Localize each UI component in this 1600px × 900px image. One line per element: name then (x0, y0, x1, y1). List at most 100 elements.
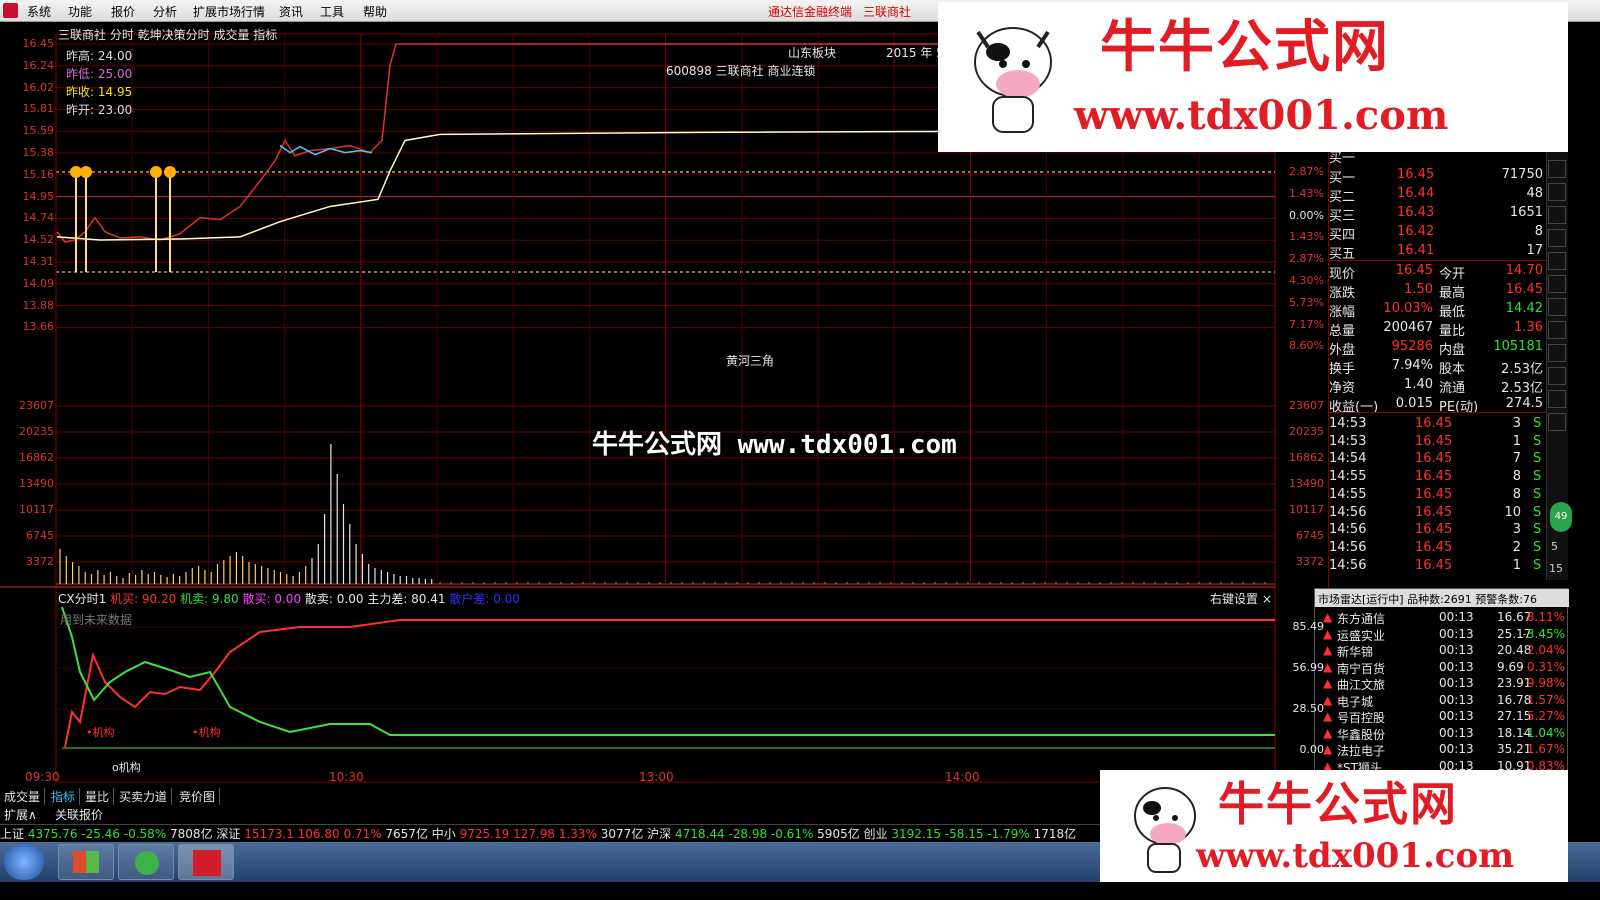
bottom-tab-extended[interactable]: 关联报价 (55, 806, 103, 823)
bid-price: 16.41 (1397, 243, 1435, 258)
menu-news[interactable]: 资讯 (279, 3, 303, 20)
tick-price: 16.45 (1415, 469, 1453, 485)
status-value: 9725.19 (459, 827, 514, 841)
bottom-tab[interactable]: 买卖力道 (119, 788, 173, 805)
brand-banner-top: 牛牛公式网 www.tdx001.com (938, 2, 1568, 152)
tool-icon[interactable] (1548, 298, 1566, 316)
status-value: 深证 (216, 827, 245, 841)
brand-url-top: www.tdx001.com (1074, 92, 1449, 139)
bid-label: 买一 (1329, 171, 1356, 186)
bid-volume: 48 (1526, 186, 1543, 201)
price-tick: 14.09 (22, 276, 55, 290)
menu-tools[interactable]: 工具 (320, 3, 344, 20)
tool-icon[interactable] (1548, 183, 1566, 201)
price-tick: 15.16 (22, 167, 55, 181)
radar-row[interactable]: ▲ 法拉电子 00:13 35.21 1.67% (1315, 741, 1569, 758)
radar-row[interactable]: ▲ 电子城 00:13 16.78 1.57% (1315, 692, 1569, 709)
indicator-tick: 28.50 (1292, 702, 1325, 715)
tool-icon[interactable] (1548, 252, 1566, 270)
bottom-tab[interactable]: 竞价图 (179, 788, 221, 805)
radar-time: 00:13 (1439, 709, 1474, 723)
stat-label: 换手 (1329, 362, 1356, 377)
stat-label: 总量 (1329, 324, 1356, 339)
taskbar-app-2[interactable] (118, 844, 174, 880)
institution-marker-2: •机构 (192, 726, 221, 739)
stat-label: 现价 (1329, 267, 1356, 282)
status-value: 15173.1 (244, 827, 298, 841)
volume-tick-right: 10117 (1289, 503, 1324, 516)
taskbar-app-tdx[interactable] (178, 844, 234, 880)
tool-icon[interactable] (1548, 275, 1566, 293)
tool-icon[interactable] (1548, 390, 1566, 408)
radar-stock-name: 号百控股 (1337, 711, 1386, 725)
indicator-value: 散户差: 0.00 (449, 592, 520, 606)
indicator-value: 散卖: 0.00 (304, 592, 368, 606)
tick-price: 16.45 (1415, 539, 1453, 555)
tool-icon[interactable] (1548, 367, 1566, 385)
percent-tick: 0.00% (1289, 208, 1324, 222)
percent-tick: 2.87% (1289, 252, 1324, 266)
bid-price: 16.43 (1397, 205, 1435, 220)
side-badge[interactable]: 49 (1550, 502, 1572, 532)
bid-volume: 1651 (1509, 205, 1543, 220)
start-button-icon[interactable] (4, 844, 44, 880)
tool-icon[interactable] (1548, 321, 1566, 339)
radar-price: 9.69 (1497, 659, 1524, 674)
bottom-tab[interactable]: 量比 (85, 788, 115, 805)
radar-row[interactable]: ▲ 华鑫股份 00:13 18.14 -1.04% (1315, 725, 1569, 742)
right-settings-button[interactable]: 右键设置 × (1210, 590, 1272, 607)
menu-system[interactable]: 系统 (27, 3, 51, 20)
status-value: 7808亿 (170, 827, 217, 841)
tool-icon[interactable] (1548, 229, 1566, 247)
tool-icon[interactable] (1548, 206, 1566, 224)
tick-row: 14:55 16.45 8 S (1329, 486, 1547, 505)
menu-quote[interactable]: 报价 (111, 3, 135, 20)
radar-row[interactable]: ▲ 曲江文旅 00:13 23.91 9.98% (1315, 675, 1569, 692)
volume-tick-right: 13490 (1289, 477, 1324, 490)
stat-label: 量比 (1439, 324, 1466, 339)
price-tick: 16.45 (22, 37, 55, 50)
bottom-tab[interactable]: 成交量 (4, 788, 46, 805)
tool-icon[interactable] (1548, 344, 1566, 362)
stat-value: 16.45 (1505, 282, 1543, 297)
tick-time: 14:56 (1329, 557, 1367, 573)
bottom-tab-extended[interactable]: 扩展∧ (4, 806, 37, 823)
radar-pct: 1.67% (1526, 742, 1565, 756)
volume-tick: 10117 (19, 503, 54, 516)
brand-name-top: 牛牛公式网 (1100, 14, 1390, 80)
status-value: 1718亿 (1033, 827, 1077, 841)
radar-row[interactable]: ▲ 号百控股 00:13 27.15 5.27% (1315, 708, 1569, 725)
app-logo-icon[interactable] (3, 3, 18, 18)
menu-help[interactable]: 帮助 (363, 3, 387, 20)
bid-label: 买四 (1329, 228, 1356, 243)
radar-row[interactable]: ▲ 南宁百货 00:13 9.69 0.31% (1315, 659, 1569, 676)
tool-icon[interactable] (1548, 160, 1566, 178)
status-value: -0.61% (770, 827, 818, 841)
radar-pct: 5.27% (1526, 709, 1565, 723)
volume-tick-right: 6745 (1296, 529, 1324, 542)
menu-function[interactable]: 功能 (68, 3, 92, 20)
bottom-tab[interactable]: 指标 (51, 788, 81, 805)
menu-extended-market[interactable]: 扩展市场行情 (193, 3, 265, 20)
radar-pct: 0.31% (1526, 659, 1565, 674)
radar-row[interactable]: ▲ 新华锦 00:13 20.48 2.04% (1315, 642, 1569, 659)
status-value: 127.98 (513, 827, 559, 841)
stat-value: 10.03% (1383, 301, 1433, 316)
tool-icon[interactable] (1548, 413, 1566, 431)
radar-row[interactable]: ▲ 运盛实业 00:13 25.17 -3.45% (1315, 626, 1569, 643)
bid-volume: 17 (1526, 243, 1543, 258)
brand-url-bottom: www.tdx001.com (1196, 836, 1515, 876)
tick-row: 14:56 16.45 10 S (1329, 504, 1547, 523)
tick-volume: 10 (1504, 504, 1521, 520)
taskbar-app-1[interactable] (58, 844, 114, 880)
radar-row[interactable]: ▲ 东方通信 00:13 16.67 8.11% (1315, 609, 1569, 626)
status-value: -28.98 (728, 827, 771, 841)
tick-volume: 3 (1512, 522, 1521, 538)
status-value: 3077亿 (600, 827, 648, 841)
tick-price: 16.45 (1415, 486, 1453, 502)
stock-code-line: 600898 三联商社 商业连锁 (666, 64, 816, 78)
radar-pct: 8.11% (1526, 610, 1565, 624)
market-radar-header[interactable]: 市场雷达[运行中] 品种数:2691 预警条数:76 (1315, 589, 1569, 607)
menu-analysis[interactable]: 分析 (153, 3, 177, 20)
tick-price: 16.45 (1415, 522, 1453, 538)
